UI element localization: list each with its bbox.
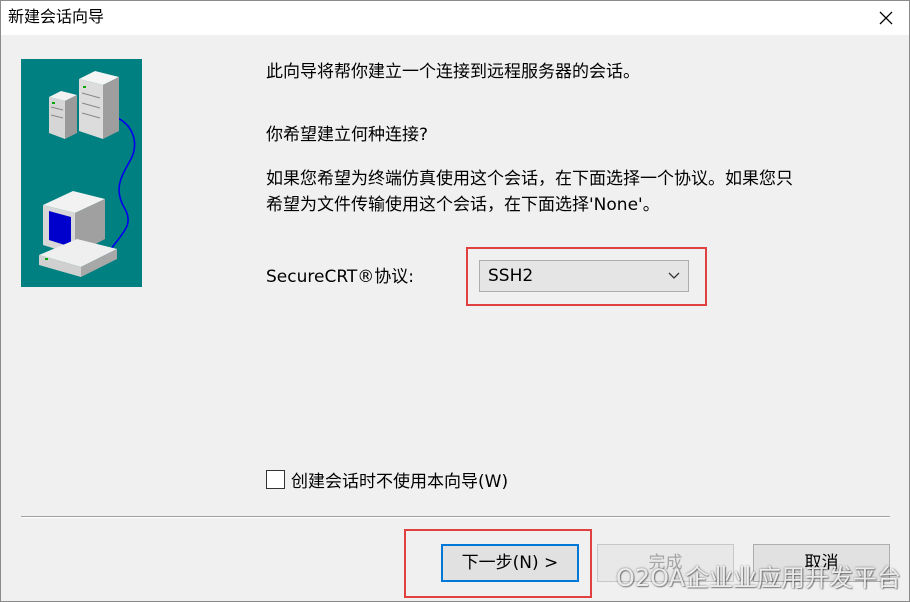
protocol-select[interactable]: SSH2 (479, 260, 689, 292)
close-icon (879, 11, 893, 25)
protocol-label: SecureCRT®协议: (266, 267, 415, 287)
server-tower-icon (49, 91, 77, 139)
window-title: 新建会话向导 (8, 7, 105, 26)
new-session-wizard-dialog: 新建会话向导 此向导将帮你建立一个连接到远程服务器的会话。 你希望建立何种连接?… (0, 0, 910, 602)
cancel-button[interactable]: 取消 (753, 544, 890, 582)
finish-button[interactable]: 完成 (597, 544, 734, 582)
chevron-down-icon (668, 261, 680, 291)
question-text: 你希望建立何种连接? (266, 125, 429, 145)
server-tower-icon (79, 71, 119, 139)
title-bar: 新建会话向导 (1, 1, 909, 35)
skip-wizard-checkbox[interactable] (266, 469, 285, 489)
skip-wizard-label[interactable]: 创建会话时不使用本向导(W) (291, 467, 508, 492)
intro-text: 此向导将帮你建立一个连接到远程服务器的会话。 (266, 62, 640, 82)
close-button[interactable] (863, 1, 909, 35)
protocol-selected-value: SSH2 (488, 266, 534, 286)
description-line: 如果您希望为终端仿真使用这个会话，在下面选择一个协议。如果您只 (266, 169, 793, 189)
next-button[interactable]: 下一步(N) > (441, 544, 579, 582)
description-line: 希望为文件传输使用这个会话，在下面选择'None'。 (266, 195, 660, 215)
description-text: 如果您希望为终端仿真使用这个会话，在下面选择一个协议。如果您只 希望为文件传输使… (266, 166, 856, 218)
wizard-illustration (21, 59, 142, 287)
footer-separator (21, 516, 890, 518)
skip-wizard-option[interactable]: 创建会话时不使用本向导(W) (266, 467, 508, 492)
